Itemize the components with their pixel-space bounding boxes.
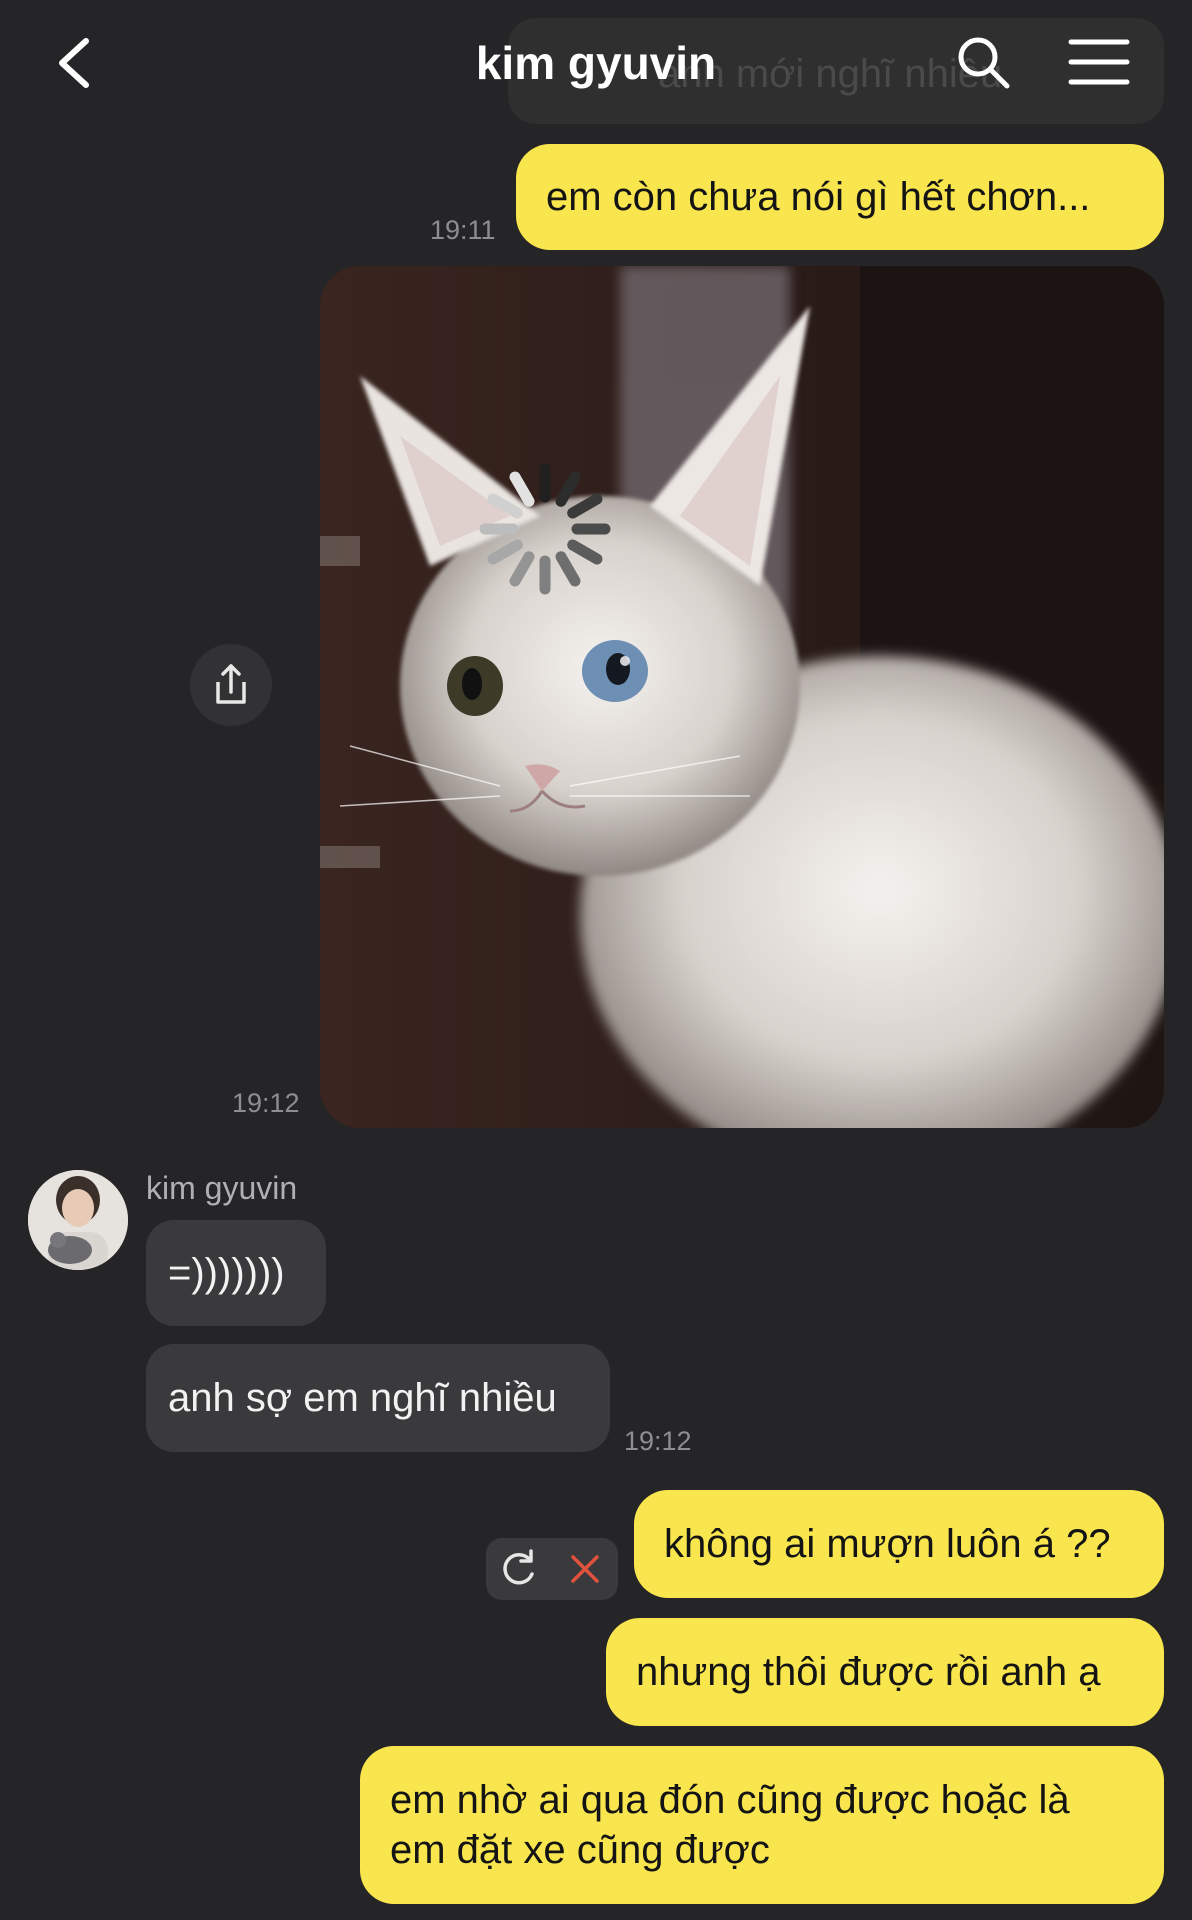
shared-photo-kitten[interactable] [320,266,1164,1128]
menu-icon [1068,39,1130,85]
delete-button[interactable] [552,1538,618,1600]
my-message-bubble[interactable]: em nhờ ai qua đón cũng được hoặc là em đ… [360,1746,1164,1904]
message-timestamp: 19:11 [430,215,496,245]
close-icon [571,1555,599,1583]
share-button[interactable] [190,644,272,726]
search-button[interactable] [955,34,1011,90]
their-message-bubble[interactable]: =))))))) [146,1220,326,1326]
kitten-photo [320,266,1164,1128]
message-timestamp: 19:12 [232,1088,300,1118]
message-line: em đặt xe cũng được [390,1828,770,1872]
menu-button[interactable] [1068,36,1130,88]
message-timestamp: 19:12 [624,1426,692,1456]
chat-title: kim gyuvin [475,37,717,89]
message-line: em nhờ ai qua đón cũng được hoặc là [390,1778,1070,1822]
my-message-bubble[interactable]: nhưng thôi được rồi anh ạ [606,1618,1164,1726]
share-icon [216,664,246,704]
avatar-image [28,1170,128,1270]
refresh-icon [503,1549,534,1585]
my-message-bubble[interactable]: em còn chưa nói gì hết chơn... [516,144,1164,250]
their-message-bubble[interactable]: anh sợ em nghĩ nhiều [146,1344,610,1452]
failed-message-actions [486,1538,618,1600]
retry-button[interactable] [486,1538,552,1600]
sender-name: kim gyuvin [146,1170,298,1206]
search-icon [958,37,1010,89]
avatar[interactable] [28,1170,128,1270]
my-message-bubble-failed[interactable]: không ai mượn luôn á ?? [634,1490,1164,1598]
